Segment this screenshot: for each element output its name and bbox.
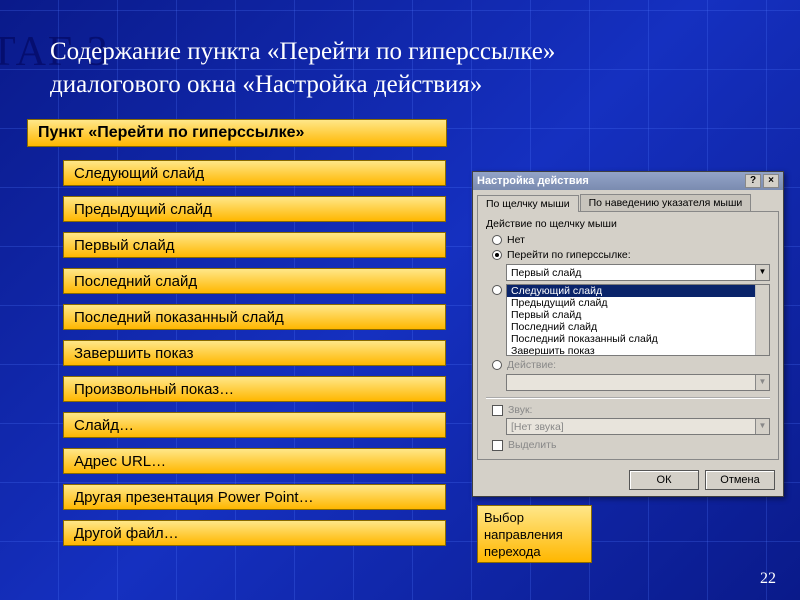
close-button[interactable]: × xyxy=(763,174,779,188)
menu-item-next-slide[interactable]: Следующий слайд xyxy=(63,160,446,186)
dialog-title-text: Настройка действия xyxy=(477,175,589,187)
menu-header: Пункт «Перейти по гиперссылке» xyxy=(27,119,447,147)
sound-checkbox[interactable] xyxy=(492,405,503,416)
hyperlink-listbox[interactable]: Следующий слайд Предыдущий слайд Первый … xyxy=(506,284,770,356)
menu-item-slide[interactable]: Слайд… xyxy=(63,412,446,438)
title-line1: Содержание пункта «Перейти по гиперссылк… xyxy=(50,38,555,65)
menu-item-other-ppt[interactable]: Другая презентация Power Point… xyxy=(63,484,446,510)
menu-item-custom-show[interactable]: Произвольный показ… xyxy=(63,376,446,402)
hyperlink-combo[interactable]: Первый слайд ▼ xyxy=(506,264,770,281)
list-item[interactable]: Предыдущий слайд xyxy=(507,297,769,309)
dialog-button-row: ОК Отмена xyxy=(473,464,783,496)
radio-action-label: Действие: xyxy=(507,359,556,371)
sound-label: Звук: xyxy=(508,404,532,416)
slide-number: 22 xyxy=(760,570,776,588)
radio-hyperlink[interactable] xyxy=(492,250,502,260)
callout-box: Выбор направления перехода xyxy=(477,505,592,563)
list-item[interactable]: Следующий слайд xyxy=(507,285,769,297)
menu-item-url[interactable]: Адрес URL… xyxy=(63,448,446,474)
sound-combo-value: [Нет звука] xyxy=(507,421,755,433)
dialog-titlebar[interactable]: Настройка действия ? × xyxy=(473,172,783,190)
hyperlink-combo-value: Первый слайд xyxy=(507,267,755,279)
chevron-down-icon: ▼ xyxy=(755,375,769,390)
tab-on-hover[interactable]: По наведению указателя мыши xyxy=(580,194,752,211)
radio-none-label: Нет xyxy=(507,234,525,246)
list-item[interactable]: Первый слайд xyxy=(507,309,769,321)
radio-none-row[interactable]: Нет xyxy=(492,234,770,246)
dialog-pane: Действие по щелчку мыши Нет Перейти по г… xyxy=(477,211,779,460)
group-label: Действие по щелчку мыши xyxy=(486,218,770,230)
menu-item-last-shown-slide[interactable]: Последний показанный слайд xyxy=(63,304,446,330)
menu-item-end-show[interactable]: Завершить показ xyxy=(63,340,446,366)
chevron-down-icon: ▼ xyxy=(755,419,769,434)
cancel-button[interactable]: Отмена xyxy=(705,470,775,490)
radio-list[interactable] xyxy=(492,285,502,295)
ok-button[interactable]: ОК xyxy=(629,470,699,490)
title-line2: диалогового окна «Настройка действия» xyxy=(50,71,482,98)
tab-on-click[interactable]: По щелчку мыши xyxy=(477,195,579,212)
radio-action xyxy=(492,360,502,370)
action-settings-dialog: Настройка действия ? × По щелчку мыши По… xyxy=(472,171,784,497)
list-item[interactable]: Последний показанный слайд xyxy=(507,333,769,345)
list-item[interactable]: Завершить показ xyxy=(507,345,769,356)
help-button[interactable]: ? xyxy=(745,174,761,188)
menu-list: Следующий слайд Предыдущий слайд Первый … xyxy=(63,160,446,556)
menu-item-other-file[interactable]: Другой файл… xyxy=(63,520,446,546)
dialog-tabs: По щелчку мыши По наведению указателя мы… xyxy=(473,190,783,211)
radio-none[interactable] xyxy=(492,235,502,245)
highlight-check-row[interactable]: Выделить xyxy=(492,439,770,451)
highlight-checkbox[interactable] xyxy=(492,440,503,451)
highlight-label: Выделить xyxy=(508,439,556,451)
scrollbar[interactable] xyxy=(755,285,769,355)
sound-combo: [Нет звука] ▼ xyxy=(506,418,770,435)
radio-action-row: Действие: xyxy=(492,359,770,371)
menu-item-first-slide[interactable]: Первый слайд xyxy=(63,232,446,258)
sound-check-row[interactable]: Звук: xyxy=(492,404,770,416)
slide-title: Содержание пункта «Перейти по гиперссылк… xyxy=(50,36,760,101)
radio-hyperlink-label: Перейти по гиперссылке: xyxy=(507,249,631,261)
list-item[interactable]: Последний слайд xyxy=(507,321,769,333)
menu-item-last-slide[interactable]: Последний слайд xyxy=(63,268,446,294)
chevron-down-icon[interactable]: ▼ xyxy=(755,265,769,280)
radio-hyperlink-row[interactable]: Перейти по гиперссылке: xyxy=(492,249,770,261)
menu-item-prev-slide[interactable]: Предыдущий слайд xyxy=(63,196,446,222)
action-combo: ▼ xyxy=(506,374,770,391)
